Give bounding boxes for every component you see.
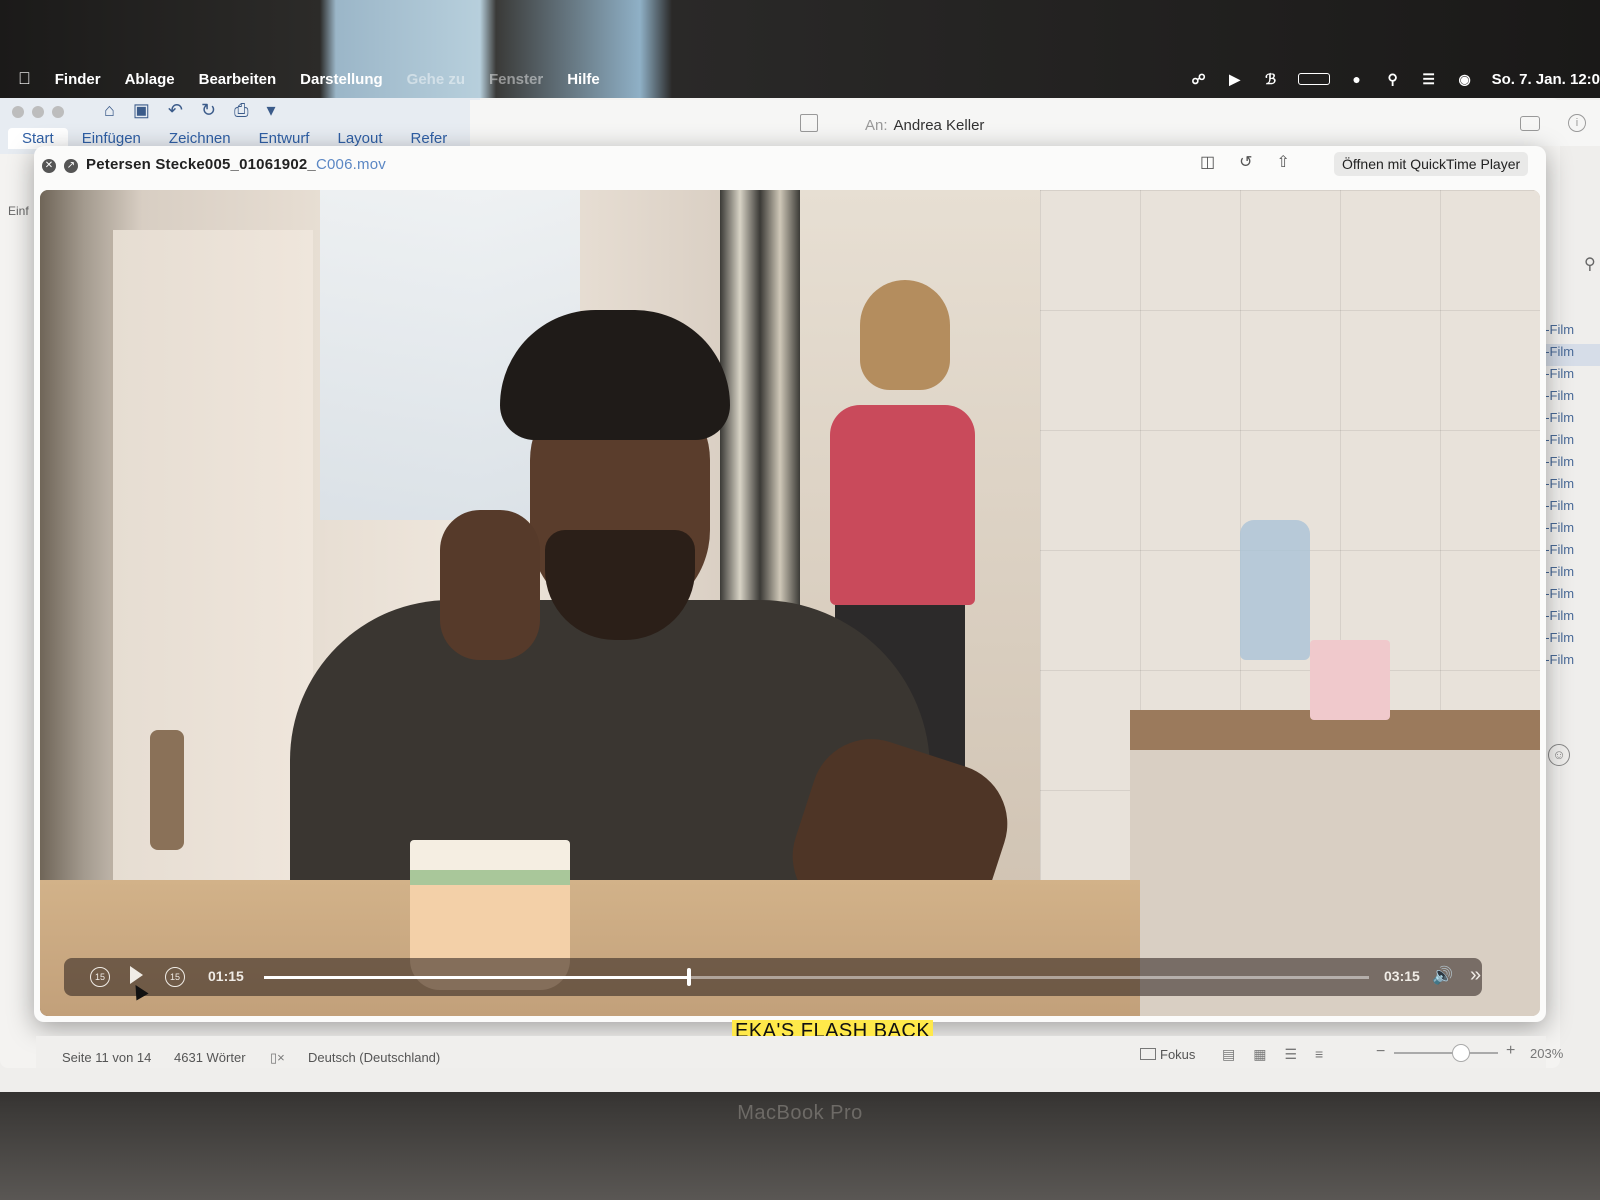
quicklook-toolbar: ◫ ↺ ⇧ bbox=[1200, 152, 1290, 172]
list-item[interactable]: e-Film bbox=[1538, 586, 1600, 608]
draft-icon[interactable]: ≡ bbox=[1315, 1046, 1323, 1063]
scene-door-handle bbox=[150, 730, 184, 850]
menu-darstellung[interactable]: Darstellung bbox=[300, 71, 383, 88]
scrubber-handle[interactable] bbox=[687, 968, 692, 986]
zoom-window-button[interactable] bbox=[52, 106, 64, 118]
proofing-icon[interactable]: ▯× bbox=[270, 1050, 285, 1066]
quicklook-title: Petersen Stecke005_01061902_C006.mov bbox=[86, 156, 386, 173]
quicklook-fullscreen-icon[interactable]: ↗ bbox=[64, 159, 78, 173]
menu-bearbeiten[interactable]: Bearbeiten bbox=[199, 71, 277, 88]
menu-app-finder[interactable]: Finder bbox=[55, 71, 101, 88]
list-item[interactable]: e-Film bbox=[1538, 322, 1600, 344]
compose-icon[interactable] bbox=[800, 114, 818, 132]
zoom-percentage[interactable]: 203% bbox=[1530, 1046, 1563, 1061]
mail-compose-header bbox=[470, 100, 1600, 146]
emoji-icon[interactable]: ☺ bbox=[1548, 744, 1570, 766]
status-word-count[interactable]: 4631 Wörter bbox=[174, 1050, 246, 1065]
menu-ablage[interactable]: Ablage bbox=[125, 71, 175, 88]
user-icon[interactable]: ● bbox=[1348, 71, 1366, 87]
status-language[interactable]: Deutsch (Deutschland) bbox=[308, 1050, 440, 1065]
message-list: e-Film e-Film e-Film e-Film e-Film e-Fil… bbox=[1538, 322, 1600, 674]
list-item[interactable]: e-Film bbox=[1538, 344, 1600, 366]
zoom-in-button[interactable]: + bbox=[1506, 1042, 1515, 1060]
scene-man-hand-phone bbox=[440, 510, 540, 660]
scene-water-bottle bbox=[1240, 520, 1310, 660]
list-item[interactable]: e-Film bbox=[1538, 476, 1600, 498]
share-icon[interactable]: ⇧ bbox=[1277, 152, 1290, 172]
skip-forward-icon[interactable]: 15 bbox=[165, 967, 185, 987]
bluetooth-icon[interactable]: ℬ bbox=[1262, 71, 1280, 87]
list-item[interactable]: e-Film bbox=[1538, 432, 1600, 454]
window-controls bbox=[12, 106, 64, 118]
outline-icon[interactable]: ☰ bbox=[1284, 1046, 1297, 1063]
menubar-clock[interactable]: So. 7. Jan. 12:0 bbox=[1492, 71, 1600, 88]
list-item[interactable]: e-Film bbox=[1538, 630, 1600, 652]
creative-cloud-icon[interactable]: ☍ bbox=[1190, 71, 1208, 87]
list-item[interactable]: e-Film bbox=[1538, 454, 1600, 476]
siri-icon[interactable]: ◉ bbox=[1456, 71, 1474, 87]
to-label: An: bbox=[865, 117, 888, 134]
total-time: 03:15 bbox=[1384, 968, 1420, 984]
apple-menu-icon[interactable]:  bbox=[18, 69, 31, 89]
zoom-out-button[interactable]: − bbox=[1376, 1043, 1385, 1061]
list-item[interactable]: e-Film bbox=[1538, 410, 1600, 432]
list-item[interactable]: e-Film bbox=[1538, 564, 1600, 586]
recipient-name: Andrea Keller bbox=[893, 117, 985, 134]
status-page-count[interactable]: Seite 11 von 14 bbox=[62, 1050, 151, 1065]
battery-icon[interactable] bbox=[1297, 73, 1330, 85]
open-with-quicktime-button[interactable]: Öffnen mit QuickTime Player bbox=[1334, 152, 1529, 176]
view-buttons: ▤ ▦ ☰ ≡ bbox=[1222, 1046, 1323, 1063]
spotlight-search-icon[interactable]: ⚲ bbox=[1384, 71, 1402, 87]
list-item[interactable]: e-Film bbox=[1538, 542, 1600, 564]
list-item[interactable]: e-Film bbox=[1538, 520, 1600, 542]
print-layout-icon[interactable]: ▤ bbox=[1222, 1046, 1235, 1063]
menu-gehe-zu[interactable]: Gehe zu bbox=[407, 71, 465, 88]
list-item[interactable]: e-Film bbox=[1538, 498, 1600, 520]
skip-back-icon[interactable]: 15 bbox=[90, 967, 110, 987]
menu-hilfe[interactable]: Hilfe bbox=[567, 71, 600, 88]
zoom-slider-track[interactable] bbox=[1394, 1052, 1498, 1054]
scene-checked-coat bbox=[720, 190, 800, 610]
search-icon[interactable]: ⚲ bbox=[1584, 254, 1596, 274]
filename-main: Petersen Stecke005_01061902_ bbox=[86, 156, 316, 173]
ribbon-fragment-label: Einf bbox=[8, 204, 29, 218]
save-icon[interactable]: ▣ bbox=[133, 100, 150, 121]
control-center-icon[interactable]: ☰ bbox=[1420, 71, 1438, 87]
list-item[interactable]: e-Film bbox=[1538, 366, 1600, 388]
web-layout-icon[interactable]: ▦ bbox=[1253, 1046, 1266, 1063]
focus-icon[interactable] bbox=[1140, 1048, 1156, 1060]
list-item[interactable]: e-Film bbox=[1538, 608, 1600, 630]
rotate-icon[interactable]: ↺ bbox=[1239, 152, 1252, 172]
customize-toolbar-icon[interactable]: ▾ bbox=[266, 100, 275, 121]
scrubber-progress bbox=[264, 976, 690, 979]
scene-woman-shirt bbox=[830, 405, 975, 605]
device-label: MacBook Pro bbox=[737, 1102, 863, 1124]
info-icon[interactable]: i bbox=[1568, 114, 1586, 132]
minimize-window-button[interactable] bbox=[32, 106, 44, 118]
redo-icon[interactable]: ↻ bbox=[201, 100, 216, 121]
play-status-icon[interactable]: ▶ bbox=[1226, 71, 1244, 87]
elapsed-time: 01:15 bbox=[208, 968, 244, 984]
quicklook-close-icon[interactable]: ✕ bbox=[42, 159, 56, 173]
quick-access-toolbar: ⌂ ▣ ↶ ↻ ⎙ ▾ bbox=[104, 100, 276, 121]
filename-extension: C006.mov bbox=[315, 156, 386, 173]
video-call-icon[interactable] bbox=[1520, 116, 1540, 131]
more-icon[interactable]: » bbox=[1470, 964, 1481, 987]
list-item[interactable]: e-Film bbox=[1538, 652, 1600, 674]
trim-icon[interactable]: ◫ bbox=[1200, 152, 1215, 172]
home-icon[interactable]: ⌂ bbox=[104, 100, 115, 121]
list-item[interactable]: e-Film bbox=[1538, 388, 1600, 410]
scene-woman-head bbox=[860, 280, 950, 390]
menu-fenster[interactable]: Fenster bbox=[489, 71, 543, 88]
video-frame[interactable] bbox=[40, 190, 1540, 1016]
focus-button[interactable]: Fokus bbox=[1160, 1047, 1195, 1062]
status-menus: ☍ ▶ ℬ ● ⚲ ☰ ◉ So. 7. Jan. 12:0 bbox=[1190, 64, 1600, 94]
mail-recipient[interactable]: An: Andrea Keller bbox=[865, 117, 984, 134]
close-window-button[interactable] bbox=[12, 106, 24, 118]
scene-pink-mug bbox=[1310, 640, 1390, 720]
print-icon[interactable]: ⎙ bbox=[234, 100, 248, 121]
volume-icon[interactable]: 🔊 bbox=[1432, 966, 1453, 986]
zoom-slider-knob[interactable] bbox=[1452, 1044, 1470, 1062]
undo-icon[interactable]: ↶ bbox=[168, 100, 183, 121]
